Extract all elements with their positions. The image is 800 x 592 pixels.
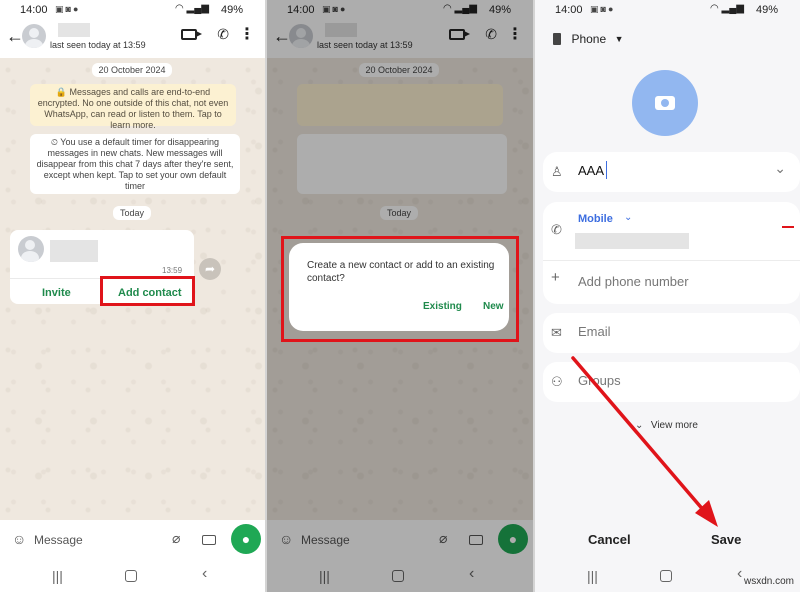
video-call-icon[interactable] [181, 29, 202, 40]
contact-avatar[interactable] [22, 24, 46, 48]
invite-button[interactable]: Invite [42, 287, 71, 299]
message-time: 13:59 [162, 266, 183, 275]
nav-back-icon[interactable]: ‹ [202, 565, 207, 583]
composer: ☺ Message ⌀ ● [0, 520, 265, 558]
disappearing-timer-notice[interactable]: ⏲ You use a default timer for disappeari… [30, 134, 240, 194]
phone-call-icon[interactable]: ✆ [217, 26, 229, 43]
today-chip: Today [113, 206, 151, 220]
shared-contact-avatar [18, 236, 44, 262]
screenshot-composite: 14:00 ▣◙● ◠ ▂▄▆ 49% ← last seen today at… [0, 0, 800, 592]
message-placeholder: Message [34, 533, 83, 547]
battery-level: 49% [220, 4, 243, 16]
emoji-icon[interactable]: ☺ [12, 531, 26, 547]
shared-contact-name-redacted [50, 240, 98, 262]
home-icon[interactable] [125, 570, 137, 582]
status-bar: 14:00 ▣◙● ◠ ▂▄▆ 49% [0, 0, 265, 20]
message-input[interactable]: ☺ Message ⌀ [4, 525, 224, 555]
contact-name-redacted[interactable] [58, 23, 90, 37]
watermark: wsxdn.com [743, 576, 794, 587]
samsung-new-contact-screen: 14:00 ▣◙● ◠ ▂▄▆ 49% Phone ▼ ♙ AAA ⌄ ✆ Mo… [535, 0, 800, 592]
attach-icon[interactable]: ⌀ [172, 530, 180, 547]
notification-icons: ▣◙● [55, 4, 81, 14]
status-time: 14:00 [20, 4, 48, 16]
forward-icon[interactable]: ➦ [199, 258, 221, 280]
date-chip: 20 October 2024 [92, 63, 172, 77]
recents-icon[interactable]: ||| [52, 568, 63, 584]
home-icon[interactable] [660, 570, 672, 582]
last-seen-text: last seen today at 13:59 [50, 40, 146, 50]
wifi-icon: ◠ ▂▄▆ [175, 3, 209, 14]
camera-icon[interactable] [202, 535, 216, 545]
recents-icon[interactable]: ||| [587, 568, 598, 584]
nav-back-icon[interactable]: ‹ [737, 565, 742, 583]
more-options-icon[interactable]: ⋮ [239, 24, 255, 44]
highlight-add-contact [100, 276, 195, 306]
chat-header: ← last seen today at 13:59 ✆ ⋮ [0, 20, 265, 58]
system-nav-bar: ||| ‹ [0, 560, 265, 592]
highlight-dialog [281, 236, 519, 342]
whatsapp-chat-screen: 14:00 ▣◙● ◠ ▂▄▆ 49% ← last seen today at… [0, 0, 265, 592]
whatsapp-dialog-screen: 14:00 ▣◙● ◠ ▂▄▆ 49% ← last seen today at… [267, 0, 533, 592]
encryption-notice[interactable]: 🔒 Messages and calls are end-to-end encr… [30, 84, 236, 130]
red-arrow-annotation [571, 356, 718, 527]
mic-icon[interactable]: ● [231, 524, 261, 554]
